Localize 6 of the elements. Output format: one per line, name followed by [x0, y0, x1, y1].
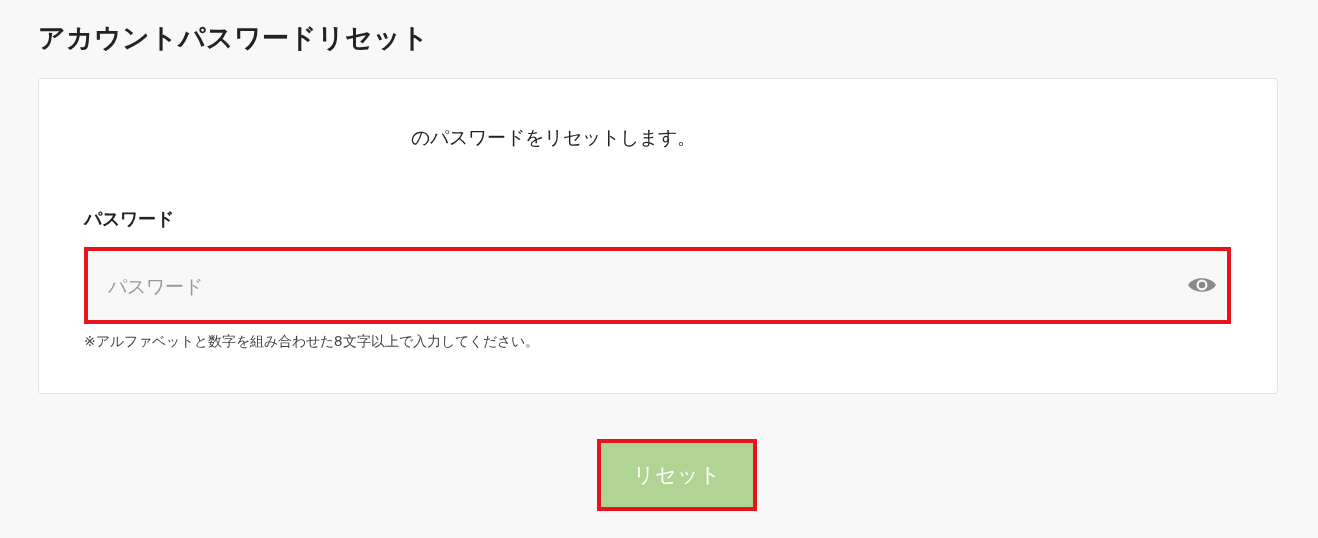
password-field[interactable]: パスワード — [84, 247, 1231, 324]
eye-icon[interactable] — [1187, 275, 1217, 295]
password-hint: ※アルファベットと数字を組み合わせた8文字以上で入力してください。 — [84, 333, 539, 351]
page-title: アカウントパスワードリセット — [38, 21, 430, 55]
reset-message: のパスワードをリセットします。 — [411, 125, 696, 150]
password-label: パスワード — [84, 207, 174, 231]
